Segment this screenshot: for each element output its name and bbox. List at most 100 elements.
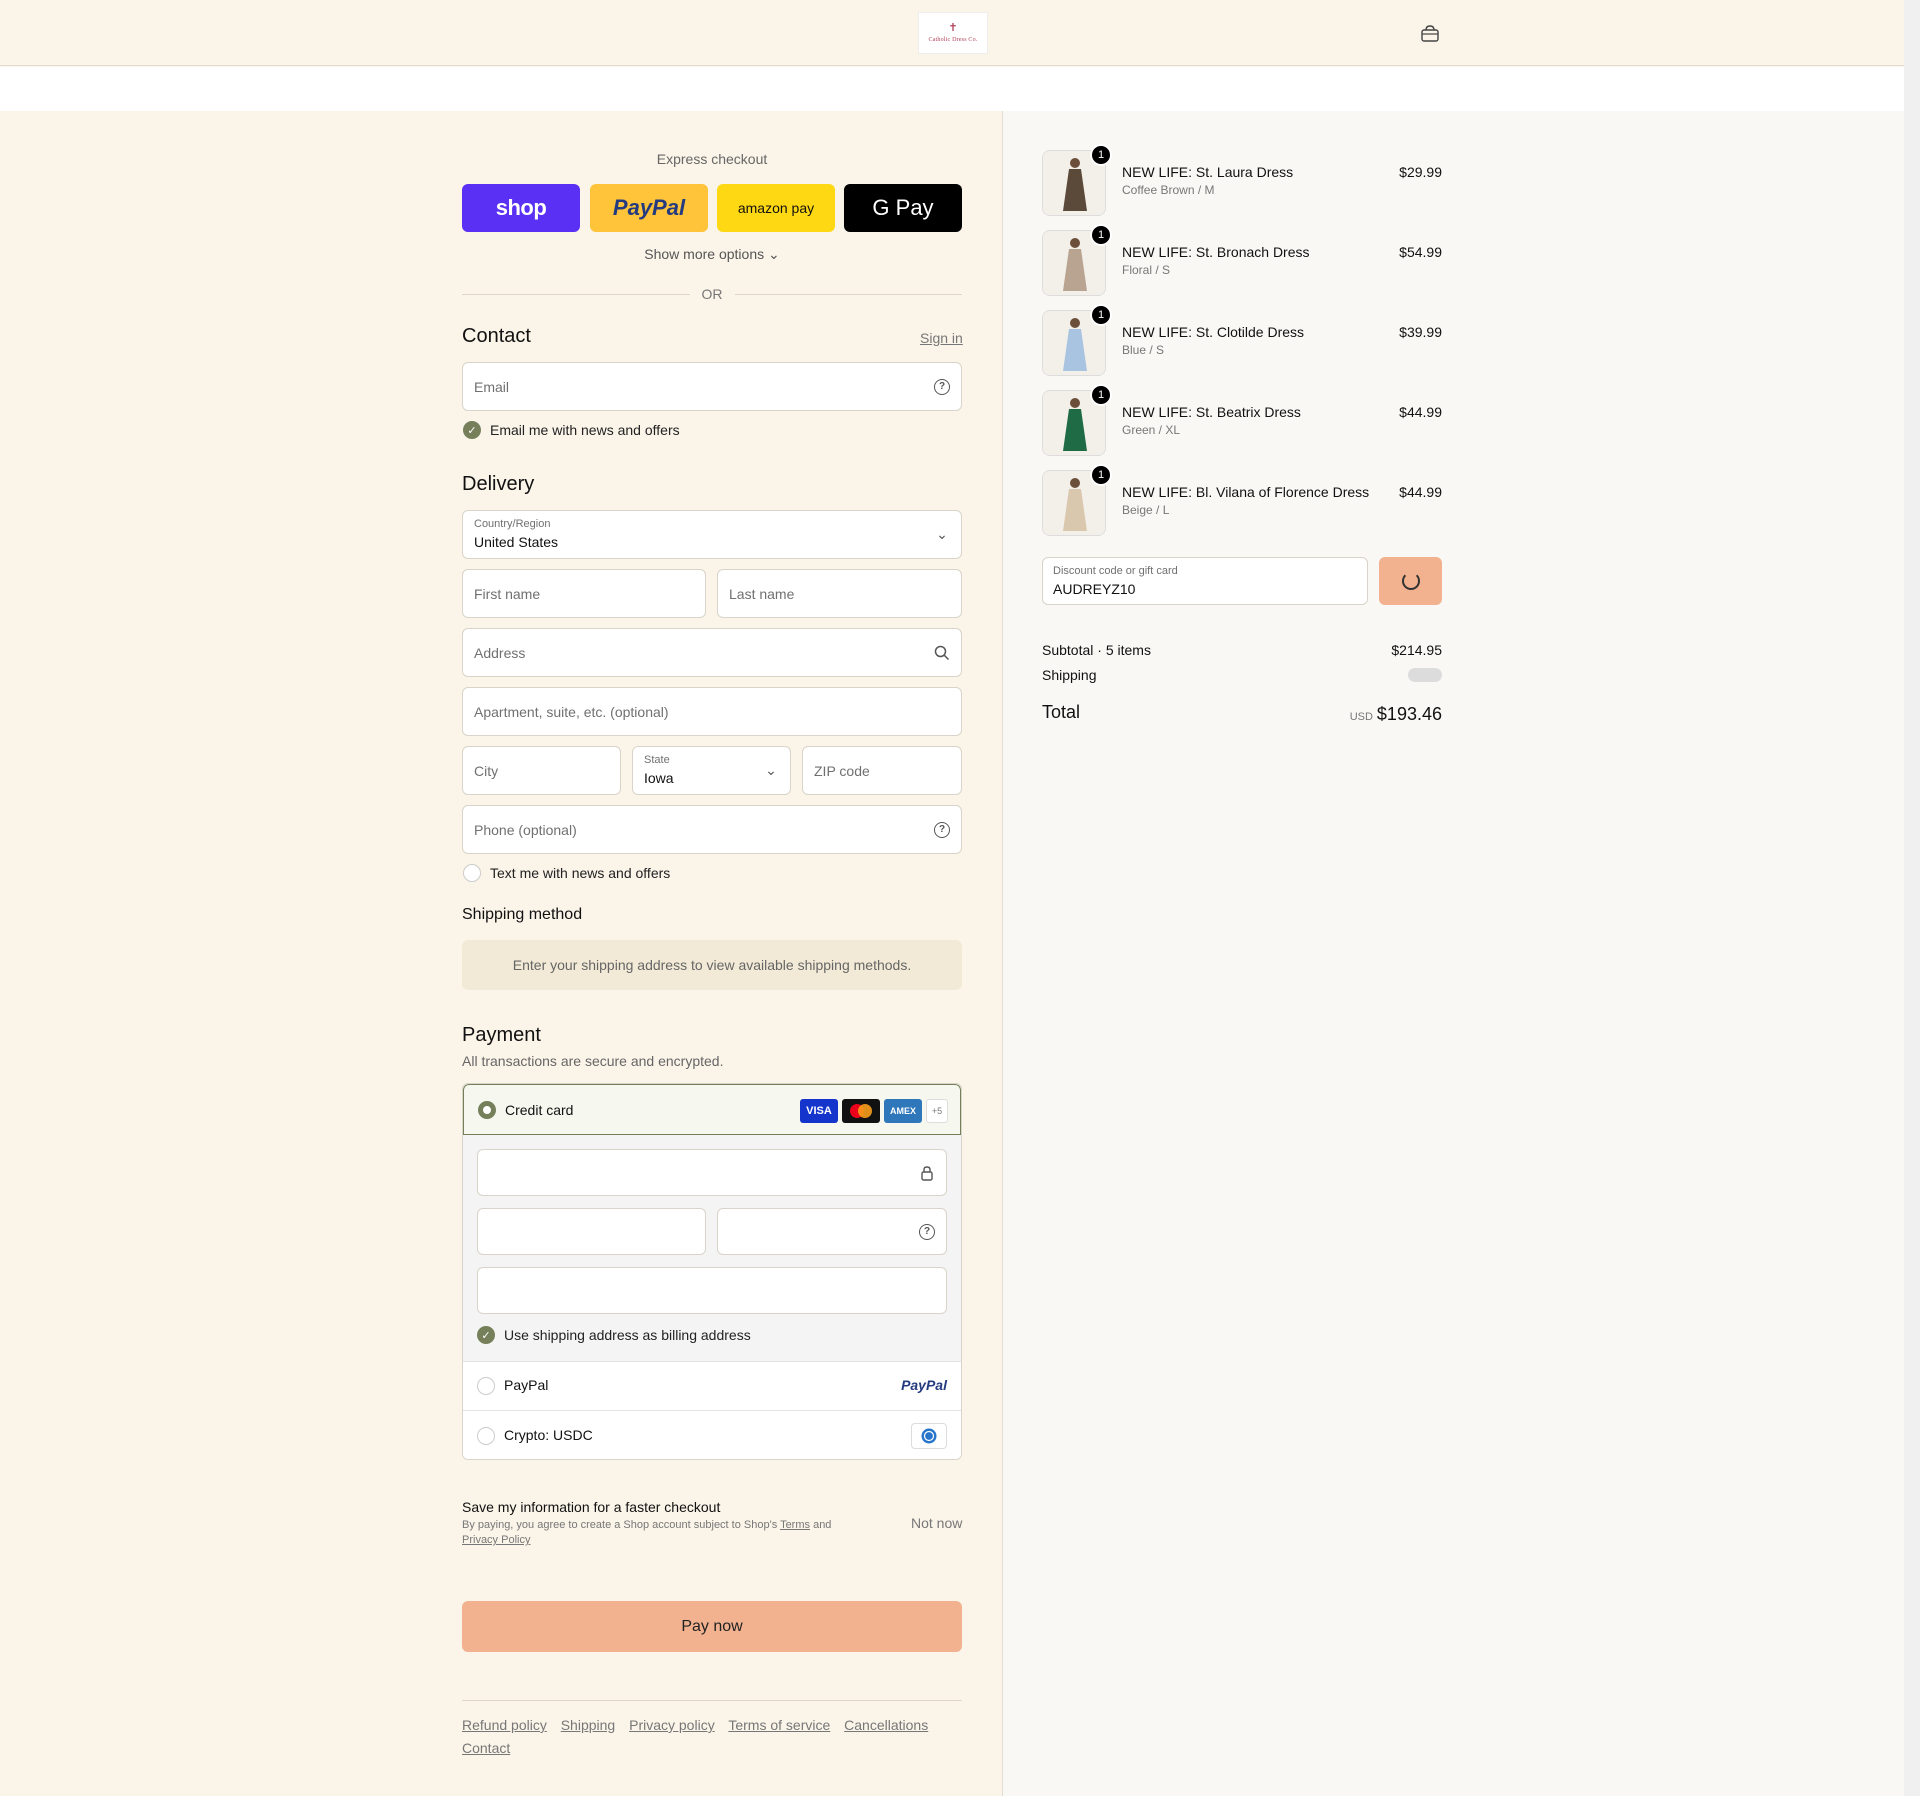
- item-name: NEW LIFE: St. Laura Dress: [1122, 164, 1294, 180]
- help-icon[interactable]: ?: [933, 821, 951, 839]
- first-name-field[interactable]: First name: [462, 569, 706, 618]
- paypal-option[interactable]: PayPal PayPal: [463, 1361, 961, 1410]
- help-icon[interactable]: ?: [918, 1223, 936, 1241]
- paypal-express-button[interactable]: PayPal: [590, 184, 708, 232]
- apply-discount-button[interactable]: [1379, 557, 1442, 605]
- item-price: $29.99: [1399, 164, 1442, 180]
- item-name: NEW LIFE: St. Beatrix Dress: [1122, 404, 1301, 420]
- save-info-desc-text: By paying, you agree to create a Shop ac…: [462, 1519, 781, 1531]
- credit-card-radio[interactable]: [478, 1101, 496, 1119]
- address-placeholder: Address: [474, 644, 526, 661]
- security-code-field[interactable]: ?: [717, 1208, 947, 1255]
- shipping-row: Shipping: [1042, 667, 1442, 683]
- state-value: Iowa: [644, 770, 674, 786]
- text-news-checkbox[interactable]: [463, 864, 481, 882]
- item-price: $44.99: [1399, 404, 1442, 420]
- express-checkout-title: Express checkout: [656, 151, 768, 167]
- shop-terms-link[interactable]: Terms: [780, 1519, 810, 1531]
- paypal-logo-text: PayPal: [612, 195, 686, 220]
- google-pay-button[interactable]: G Pay: [844, 184, 962, 232]
- show-more-options-link[interactable]: Show more options ⌄: [462, 246, 962, 263]
- zip-field[interactable]: ZIP code: [802, 746, 962, 795]
- cart-item: 1 NEW LIFE: St. Bronach Dress Floral / S $5…: [1042, 224, 1442, 296]
- shop-privacy-link[interactable]: Privacy Policy: [462, 1534, 530, 1546]
- country-value: United States: [474, 534, 559, 550]
- city-field[interactable]: City: [462, 746, 621, 795]
- chevron-down-icon: ⌄: [936, 526, 948, 542]
- discount-code-field[interactable]: Discount code or gift card AUDREYZ10: [1042, 557, 1368, 605]
- item-name: NEW LIFE: St. Clotilde Dress: [1122, 324, 1305, 340]
- item-variant: Coffee Brown / M: [1122, 183, 1215, 197]
- email-news-checkbox[interactable]: ✓: [463, 421, 481, 439]
- total-label: Total: [1042, 702, 1081, 722]
- contact-link[interactable]: Contact: [462, 1740, 510, 1756]
- store-logo[interactable]: ✝ Catholic Dress Co.: [918, 12, 988, 54]
- sign-in-link[interactable]: Sign in: [920, 330, 963, 346]
- checkout-header: ✝ Catholic Dress Co.: [0, 0, 1904, 66]
- crypto-radio[interactable]: [477, 1427, 495, 1445]
- amazon-pay-button[interactable]: amazon pay: [717, 184, 835, 232]
- header-spacer: [0, 67, 1904, 111]
- zip-placeholder: ZIP code: [814, 762, 870, 779]
- shop-pay-button[interactable]: shop: [462, 184, 580, 232]
- amex-logo-icon: AMEX: [884, 1099, 922, 1123]
- shipping-method-heading: Shipping method: [462, 906, 583, 923]
- payment-heading: Payment: [462, 1024, 541, 1046]
- first-name-placeholder: First name: [474, 585, 541, 602]
- item-variant: Blue / S: [1122, 343, 1165, 357]
- refund-policy-link[interactable]: Refund policy: [462, 1717, 547, 1733]
- card-number-field[interactable]: [477, 1149, 947, 1196]
- footer-links: Refund policy Shipping Privacy policy Te…: [462, 1714, 962, 1760]
- save-info-and: and: [810, 1519, 832, 1531]
- billing-same-checkbox[interactable]: ✓: [477, 1326, 495, 1344]
- item-price: $54.99: [1399, 244, 1442, 260]
- phone-field[interactable]: Phone (optional) ?: [462, 805, 962, 854]
- last-name-field[interactable]: Last name: [717, 569, 962, 618]
- shipping-policy-link[interactable]: Shipping: [561, 1717, 616, 1733]
- bag-icon[interactable]: [1420, 24, 1440, 44]
- country-select[interactable]: Country/Region United States ⌄: [462, 510, 962, 559]
- footer-divider: [462, 1700, 962, 1701]
- credit-card-form: ? ✓ Use shipping address as billing addr…: [463, 1135, 961, 1361]
- cart-item: 1 NEW LIFE: St. Clotilde Dress Blue / S $39…: [1042, 304, 1442, 376]
- page-scrollbar[interactable]: [1904, 0, 1920, 1796]
- crypto-option[interactable]: Crypto: USDC: [463, 1410, 961, 1459]
- credit-card-option[interactable]: Credit card VISA AMEX +5: [463, 1084, 961, 1135]
- divider-line: [734, 293, 962, 295]
- item-price: $39.99: [1399, 324, 1442, 340]
- cart-item: 1 NEW LIFE: St. Laura Dress Coffee Brown /…: [1042, 144, 1442, 216]
- subtotal-row: Subtotal · 5 items $214.95: [1042, 642, 1442, 658]
- item-name: NEW LIFE: St. Bronach Dress: [1122, 244, 1310, 260]
- name-on-card-field[interactable]: [477, 1267, 947, 1314]
- privacy-policy-link[interactable]: Privacy policy: [629, 1717, 715, 1733]
- item-price: $44.99: [1399, 484, 1442, 500]
- shipping-label: Shipping: [1042, 667, 1097, 683]
- apartment-field[interactable]: Apartment, suite, etc. (optional): [462, 687, 962, 736]
- help-icon[interactable]: ?: [933, 378, 951, 396]
- cancellations-link[interactable]: Cancellations: [844, 1717, 928, 1733]
- item-name: NEW LIFE: Bl. Vilana of Florence Dress: [1122, 484, 1370, 500]
- logo-mark: ✝: [948, 22, 958, 34]
- shipping-method-info: Enter your shipping address to view avai…: [462, 940, 962, 990]
- search-icon: [934, 645, 950, 660]
- or-text: OR: [701, 286, 723, 302]
- country-label: Country/Region: [474, 518, 551, 530]
- phone-placeholder: Phone (optional): [474, 821, 577, 838]
- quantity-badge: 1: [1090, 464, 1112, 486]
- paypal-radio[interactable]: [477, 1377, 495, 1395]
- more-cards-badge: +5: [926, 1099, 948, 1123]
- pay-now-button[interactable]: Pay now: [462, 1601, 962, 1652]
- subtotal-value: $214.95: [1391, 642, 1442, 658]
- terms-of-service-link[interactable]: Terms of service: [728, 1717, 830, 1733]
- divider-line: [462, 293, 690, 295]
- quantity-badge: 1: [1090, 304, 1112, 326]
- visa-logo-icon: VISA: [800, 1099, 838, 1123]
- cart-item: 1 NEW LIFE: St. Beatrix Dress Green / XL $4…: [1042, 384, 1442, 456]
- expiration-date-field[interactable]: [477, 1208, 706, 1255]
- address-field[interactable]: Address: [462, 628, 962, 677]
- email-field[interactable]: Email ?: [462, 362, 962, 411]
- logo-text: Catholic Dress Co.: [928, 37, 978, 43]
- not-now-button[interactable]: Not now: [911, 1515, 962, 1531]
- state-select[interactable]: State Iowa ⌄: [632, 746, 791, 795]
- paypal-label: PayPal: [504, 1377, 549, 1393]
